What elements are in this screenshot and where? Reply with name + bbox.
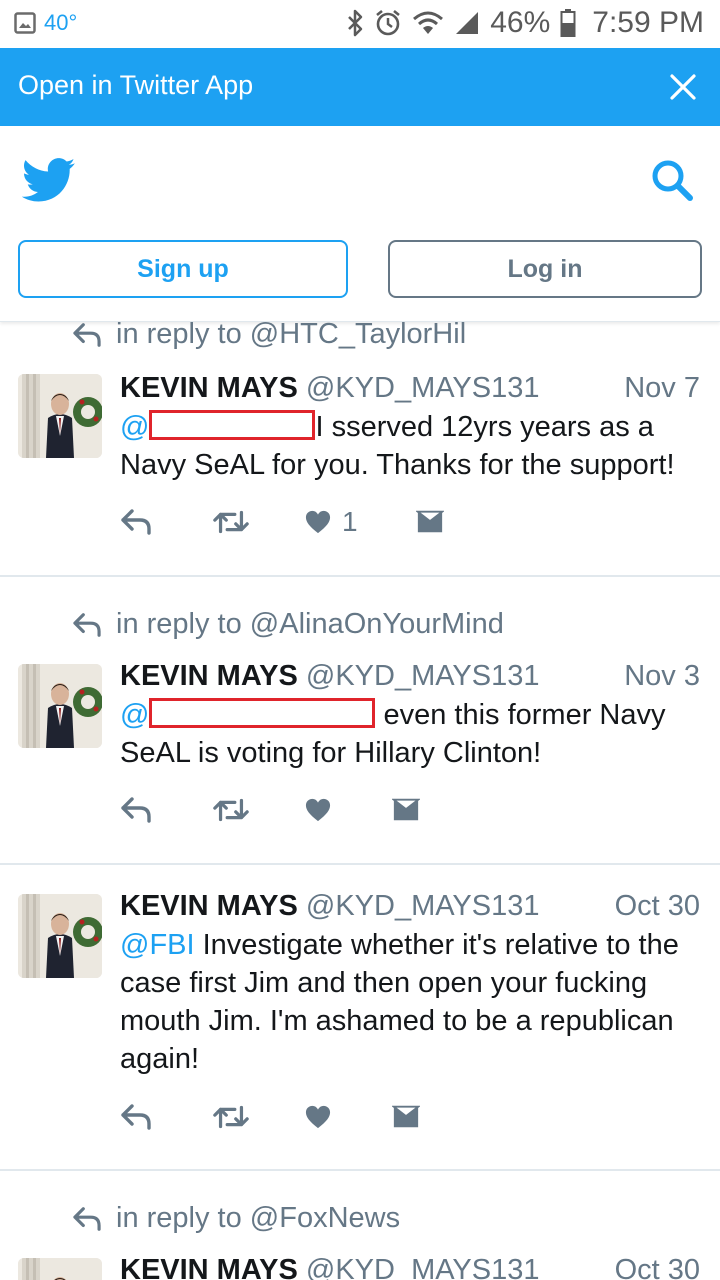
- reply-button[interactable]: [120, 1103, 212, 1131]
- tweet-text: @FBI Investigate whether it's relative t…: [120, 926, 710, 1078]
- alarm-icon: [376, 9, 401, 36]
- author-handle[interactable]: @KYD_MAYS131: [306, 372, 540, 404]
- in-reply-to-line[interactable]: in reply to @AlinaOnYourMind: [72, 608, 504, 641]
- mention-link[interactable]: @FBI: [120, 929, 195, 961]
- tweet-body: Investigate whether it's relative to the…: [120, 929, 679, 1075]
- reply-button[interactable]: [120, 796, 212, 824]
- retweet-icon: [212, 796, 250, 824]
- envelope-icon: [392, 797, 420, 823]
- bluetooth-icon: [348, 9, 363, 37]
- author-name[interactable]: KEVIN MAYS: [120, 1254, 298, 1280]
- divider: [0, 1169, 720, 1171]
- envelope-icon: [416, 509, 444, 535]
- redaction-box: [149, 698, 376, 728]
- tweet-author[interactable]: KEVIN MAYS @KYD_MAYS131: [120, 660, 540, 693]
- avatar[interactable]: [18, 1258, 102, 1280]
- reply-arrow-icon: [72, 612, 102, 638]
- tweet-author[interactable]: KEVIN MAYS @KYD_MAYS131: [120, 890, 540, 923]
- tweet-author[interactable]: KEVIN MAYS @KYD_MAYS131: [120, 372, 540, 405]
- status-bar: 40° 46% 7:59 PM: [0, 0, 720, 48]
- author-name[interactable]: KEVIN MAYS: [120, 372, 298, 404]
- mention-link[interactable]: @: [120, 411, 149, 443]
- tweet-actions: [120, 796, 420, 824]
- open-in-app-text[interactable]: Open in Twitter App: [18, 70, 253, 101]
- envelope-icon: [392, 1104, 420, 1130]
- avatar[interactable]: [18, 374, 102, 458]
- author-name[interactable]: KEVIN MAYS: [120, 890, 298, 922]
- site-header: Sign up Log in: [0, 126, 720, 322]
- in-reply-to-line[interactable]: in reply to @HTC_TaylorHil: [72, 318, 466, 351]
- divider: [0, 575, 720, 577]
- like-button[interactable]: 1: [304, 506, 416, 538]
- direct-message-button[interactable]: [392, 1104, 420, 1130]
- mention-link[interactable]: @: [120, 699, 149, 731]
- tweet-actions: [120, 1103, 420, 1131]
- tweet-date[interactable]: Oct 30: [615, 890, 700, 923]
- author-handle[interactable]: @KYD_MAYS131: [306, 1254, 540, 1280]
- reply-to-text[interactable]: in reply to @HTC_TaylorHil: [116, 318, 466, 351]
- heart-icon: [304, 1104, 332, 1130]
- direct-message-button[interactable]: [392, 797, 420, 823]
- like-count: 1: [342, 506, 358, 537]
- like-button[interactable]: [304, 1104, 392, 1130]
- reply-button[interactable]: [120, 508, 212, 536]
- tweet-date[interactable]: Oct 30: [615, 1254, 700, 1280]
- author-name[interactable]: KEVIN MAYS: [120, 660, 298, 692]
- heart-icon: [304, 509, 332, 535]
- retweet-icon: [212, 508, 250, 536]
- twitter-bird-icon[interactable]: [22, 158, 76, 202]
- direct-message-button[interactable]: [416, 509, 444, 535]
- retweet-button[interactable]: [212, 508, 304, 536]
- signal-icon: [456, 12, 479, 34]
- like-button[interactable]: [304, 797, 392, 823]
- battery-percent: 46%: [490, 6, 551, 39]
- tweet-date[interactable]: Nov 7: [624, 372, 700, 405]
- reply-icon: [120, 796, 152, 824]
- close-icon[interactable]: [668, 72, 698, 102]
- wifi-icon: [413, 11, 444, 34]
- tweet-actions: 1: [120, 506, 444, 538]
- reply-arrow-icon: [72, 322, 102, 348]
- tweet-date[interactable]: Nov 3: [624, 660, 700, 693]
- reply-icon: [120, 1103, 152, 1131]
- divider: [0, 863, 720, 865]
- author-handle[interactable]: @KYD_MAYS131: [306, 890, 540, 922]
- gallery-icon: [14, 12, 36, 34]
- retweet-button[interactable]: [212, 1103, 304, 1131]
- retweet-icon: [212, 1103, 250, 1131]
- clock: 7:59 PM: [592, 6, 704, 39]
- reply-arrow-icon: [72, 1206, 102, 1232]
- avatar[interactable]: [18, 664, 102, 748]
- redaction-box: [149, 410, 316, 440]
- tweet-text: @ even this former Navy SeAL is voting fo…: [120, 696, 710, 772]
- reply-to-text[interactable]: in reply to @AlinaOnYourMind: [116, 608, 504, 641]
- log-in-button[interactable]: Log in: [388, 240, 702, 298]
- author-handle[interactable]: @KYD_MAYS131: [306, 660, 540, 692]
- heart-icon: [304, 797, 332, 823]
- temperature: 40°: [44, 10, 78, 35]
- sign-up-button[interactable]: Sign up: [18, 240, 348, 298]
- retweet-button[interactable]: [212, 796, 304, 824]
- search-icon[interactable]: [650, 158, 694, 202]
- tweet-text: @ I sserved 12yrs years as a Navy SeAL fo…: [120, 408, 710, 484]
- reply-icon: [120, 508, 152, 536]
- battery-icon: [560, 9, 576, 37]
- open-in-app-banner[interactable]: Open in Twitter App: [0, 48, 720, 126]
- tweet-author[interactable]: KEVIN MAYS @KYD_MAYS131: [120, 1254, 540, 1280]
- avatar[interactable]: [18, 894, 102, 978]
- in-reply-to-line[interactable]: in reply to @FoxNews: [72, 1202, 400, 1235]
- reply-to-text[interactable]: in reply to @FoxNews: [116, 1202, 400, 1235]
